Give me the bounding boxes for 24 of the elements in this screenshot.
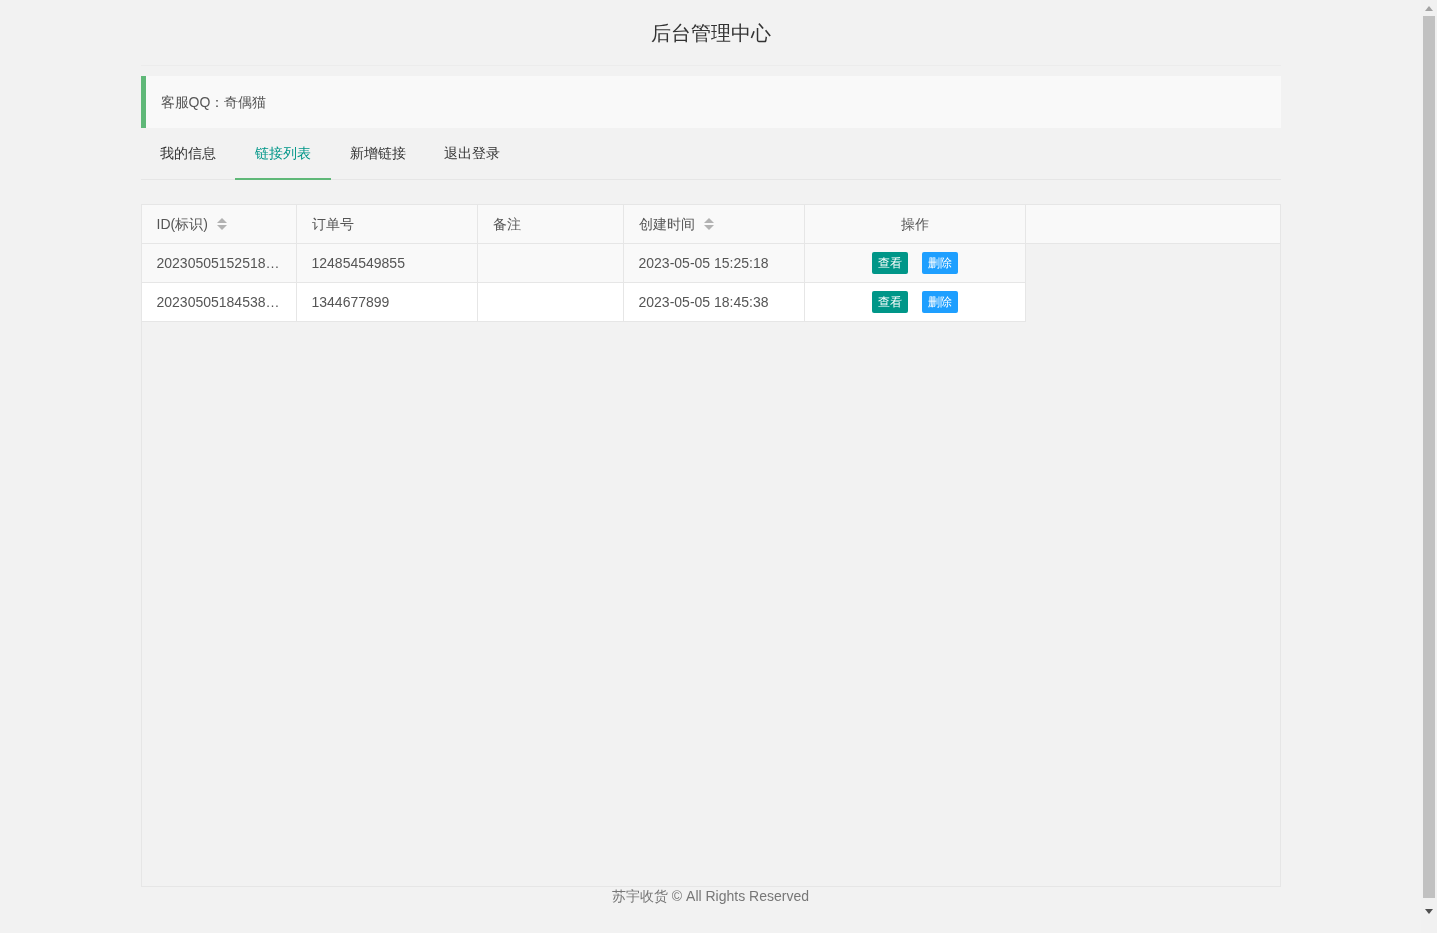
column-header: 操作	[804, 205, 1026, 243]
sort-icon[interactable]	[703, 218, 714, 230]
column-header: 订单号	[296, 205, 478, 243]
tab[interactable]: 退出登录	[424, 128, 519, 180]
column-header[interactable]: 创建时间	[623, 205, 805, 243]
view-button[interactable]: 查看	[871, 291, 908, 313]
sort-icon[interactable]	[216, 218, 227, 230]
footer-text: 苏宇收货 © All Rights Reserved	[611, 887, 809, 906]
table-cell-text: 1344677899	[311, 292, 390, 312]
column-header[interactable]: ID(标识)	[141, 205, 297, 243]
tab[interactable]: 我的信息	[140, 128, 235, 180]
tab[interactable]: 新增链接	[330, 128, 425, 180]
scroll-up-icon[interactable]	[1425, 6, 1433, 11]
notice-text: 客服QQ：奇偶猫	[160, 92, 267, 112]
table-cell-text: 20230505152518…	[156, 253, 280, 273]
table-cell-text: 124854549855	[311, 253, 405, 273]
table-cell-text: 2023-05-05 15:25:18	[638, 253, 769, 273]
scrollbar-thumb[interactable]	[1423, 16, 1435, 898]
view-button[interactable]: 查看	[871, 252, 908, 274]
table-cell-text: 2023-05-05 18:45:38	[638, 292, 769, 312]
page-title: 后台管理中心	[650, 21, 771, 46]
column-header: 备注	[477, 205, 624, 243]
table-cell-text: 20230505184538…	[156, 292, 280, 312]
scroll-down-icon[interactable]	[1425, 909, 1433, 914]
